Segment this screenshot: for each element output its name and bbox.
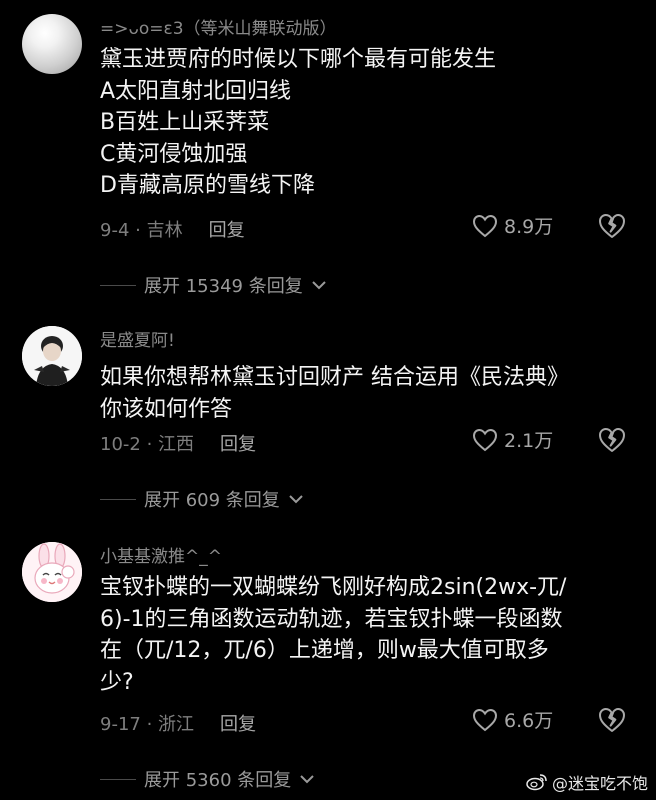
like-count: 6.6万 xyxy=(504,710,554,732)
watermark-text: @迷宝吃不饱 xyxy=(551,774,648,793)
comment-meta: 9-17 · 浙江 回复 xyxy=(100,710,256,736)
heart-icon xyxy=(472,708,498,731)
like-button[interactable]: 6.6万 xyxy=(472,706,553,733)
weibo-logo-icon xyxy=(526,774,547,791)
username[interactable]: 小基基激推^_^ xyxy=(100,542,222,567)
comment-line: 宝钗扑蝶的一双蝴蝶纷飞刚好构成2sin(2wx-兀/ xyxy=(100,575,567,600)
avatar[interactable] xyxy=(22,542,82,602)
comment-line: 少? xyxy=(100,669,134,695)
chevron-down-icon xyxy=(300,775,314,784)
date-location: 9-17 · 浙江 xyxy=(100,714,195,735)
broken-heart-icon[interactable] xyxy=(597,706,627,734)
comment-line: 在（兀/12，兀/6）上递增，则w最大值可取多 xyxy=(100,638,549,663)
watermark: @迷宝吃不饱 xyxy=(526,770,648,794)
comment: 小基基激推^_^ 宝钗扑蝶的一双蝴蝶纷飞刚好构成2sin(2wx-兀/ 6)-1… xyxy=(0,0,656,800)
divider xyxy=(100,778,136,780)
comment-line: 6)-1的三角函数运动轨迹，若宝钗扑蝶一段函数 xyxy=(100,606,563,632)
bunny-avatar-icon xyxy=(22,542,82,602)
reply-button[interactable]: 回复 xyxy=(220,710,256,736)
expand-replies-button[interactable]: 展开 5360 条回复 xyxy=(100,766,315,792)
expand-label: 展开 5360 条回复 xyxy=(144,770,292,791)
comment-text: 宝钗扑蝶的一双蝴蝶纷飞刚好构成2sin(2wx-兀/ 6)-1的三角函数运动轨迹… xyxy=(100,572,640,698)
